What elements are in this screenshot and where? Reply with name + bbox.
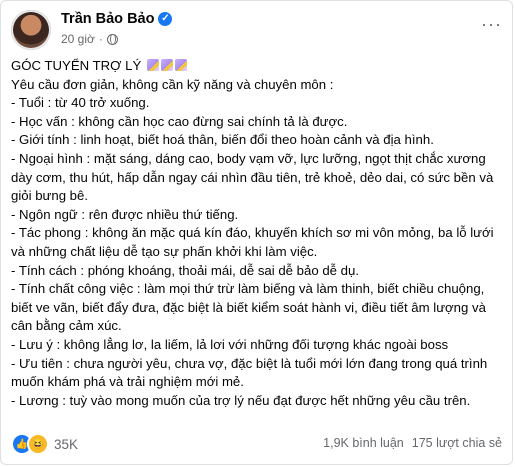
memo-emoji-icon (160, 59, 173, 71)
post-stats: 1,9K bình luận 175 lượt chia sẻ (323, 436, 502, 450)
more-icon[interactable]: ··· (481, 14, 502, 35)
haha-icon: 😆 (27, 433, 49, 455)
post-header: Trần Bảo Bảo ✓ 20 giờ · ··· (11, 10, 506, 54)
post-time[interactable]: 20 giờ (61, 32, 95, 46)
post-card: Trần Bảo Bảo ✓ 20 giờ · ··· GÓC TUYỂN TR… (0, 0, 513, 465)
post-meta: 20 giờ · (61, 32, 118, 46)
memo-emoji-icon (174, 59, 187, 71)
globe-icon (106, 33, 118, 45)
post-line: - Tuổi : từ 40 trở xuống. (11, 95, 150, 111)
reaction-count[interactable]: 35K (54, 437, 78, 452)
post-line: - Ưu tiên : chưa người yêu, chưa vợ, đặc… (11, 355, 488, 390)
post-line: - Học vấn : không cần học cao đừng sai c… (11, 113, 348, 129)
separator-dot: · (98, 32, 103, 46)
post-line: - Lưu ý : không lẳng lơ, la liếm, lả lơi… (11, 336, 449, 352)
post-title-line: GÓC TUYỂN TRỢ LÝ (11, 57, 506, 76)
post-title: GÓC TUYỂN TRỢ LÝ (11, 58, 142, 73)
post-line: - Ngoại hình : mặt sáng, dáng cao, body … (11, 150, 494, 204)
post-line: - Tính cách : phóng khoáng, thoải mái, d… (11, 262, 360, 278)
post-footer: 👍 😆 35K 1,9K bình luận 175 lượt chia sẻ (11, 431, 506, 455)
avatar[interactable] (11, 10, 51, 50)
reactions-summary[interactable]: 👍 😆 35K (11, 433, 78, 455)
post-line: - Tác phong : không ăn mặc quá kín đáo, … (11, 225, 494, 259)
post-line: - Ngôn ngữ : rên được nhiều thứ tiếng. (11, 206, 239, 222)
verified-icon: ✓ (158, 12, 173, 26)
author-name[interactable]: Trần Bảo Bảo (61, 11, 154, 27)
post-line: - Tính chất công việc : làm mọi thứ trừ … (11, 281, 486, 334)
post-line: - Lương : tuỳ vào mong muốn của trợ lý n… (11, 392, 471, 408)
comment-count[interactable]: 1,9K bình luận (323, 436, 404, 450)
share-count[interactable]: 175 lượt chia sẻ (412, 436, 502, 450)
post-content: GÓC TUYỂN TRỢ LÝ Yêu cầu đơn giản, không… (11, 57, 506, 410)
post-line: Yêu cầu đơn giản, không cần kỹ năng và c… (11, 76, 334, 92)
author-row: Trần Bảo Bảo ✓ (61, 11, 173, 27)
post-line: - Giới tính : linh hoạt, biết hoá thân, … (11, 132, 434, 148)
memo-emoji-icon (146, 59, 159, 71)
